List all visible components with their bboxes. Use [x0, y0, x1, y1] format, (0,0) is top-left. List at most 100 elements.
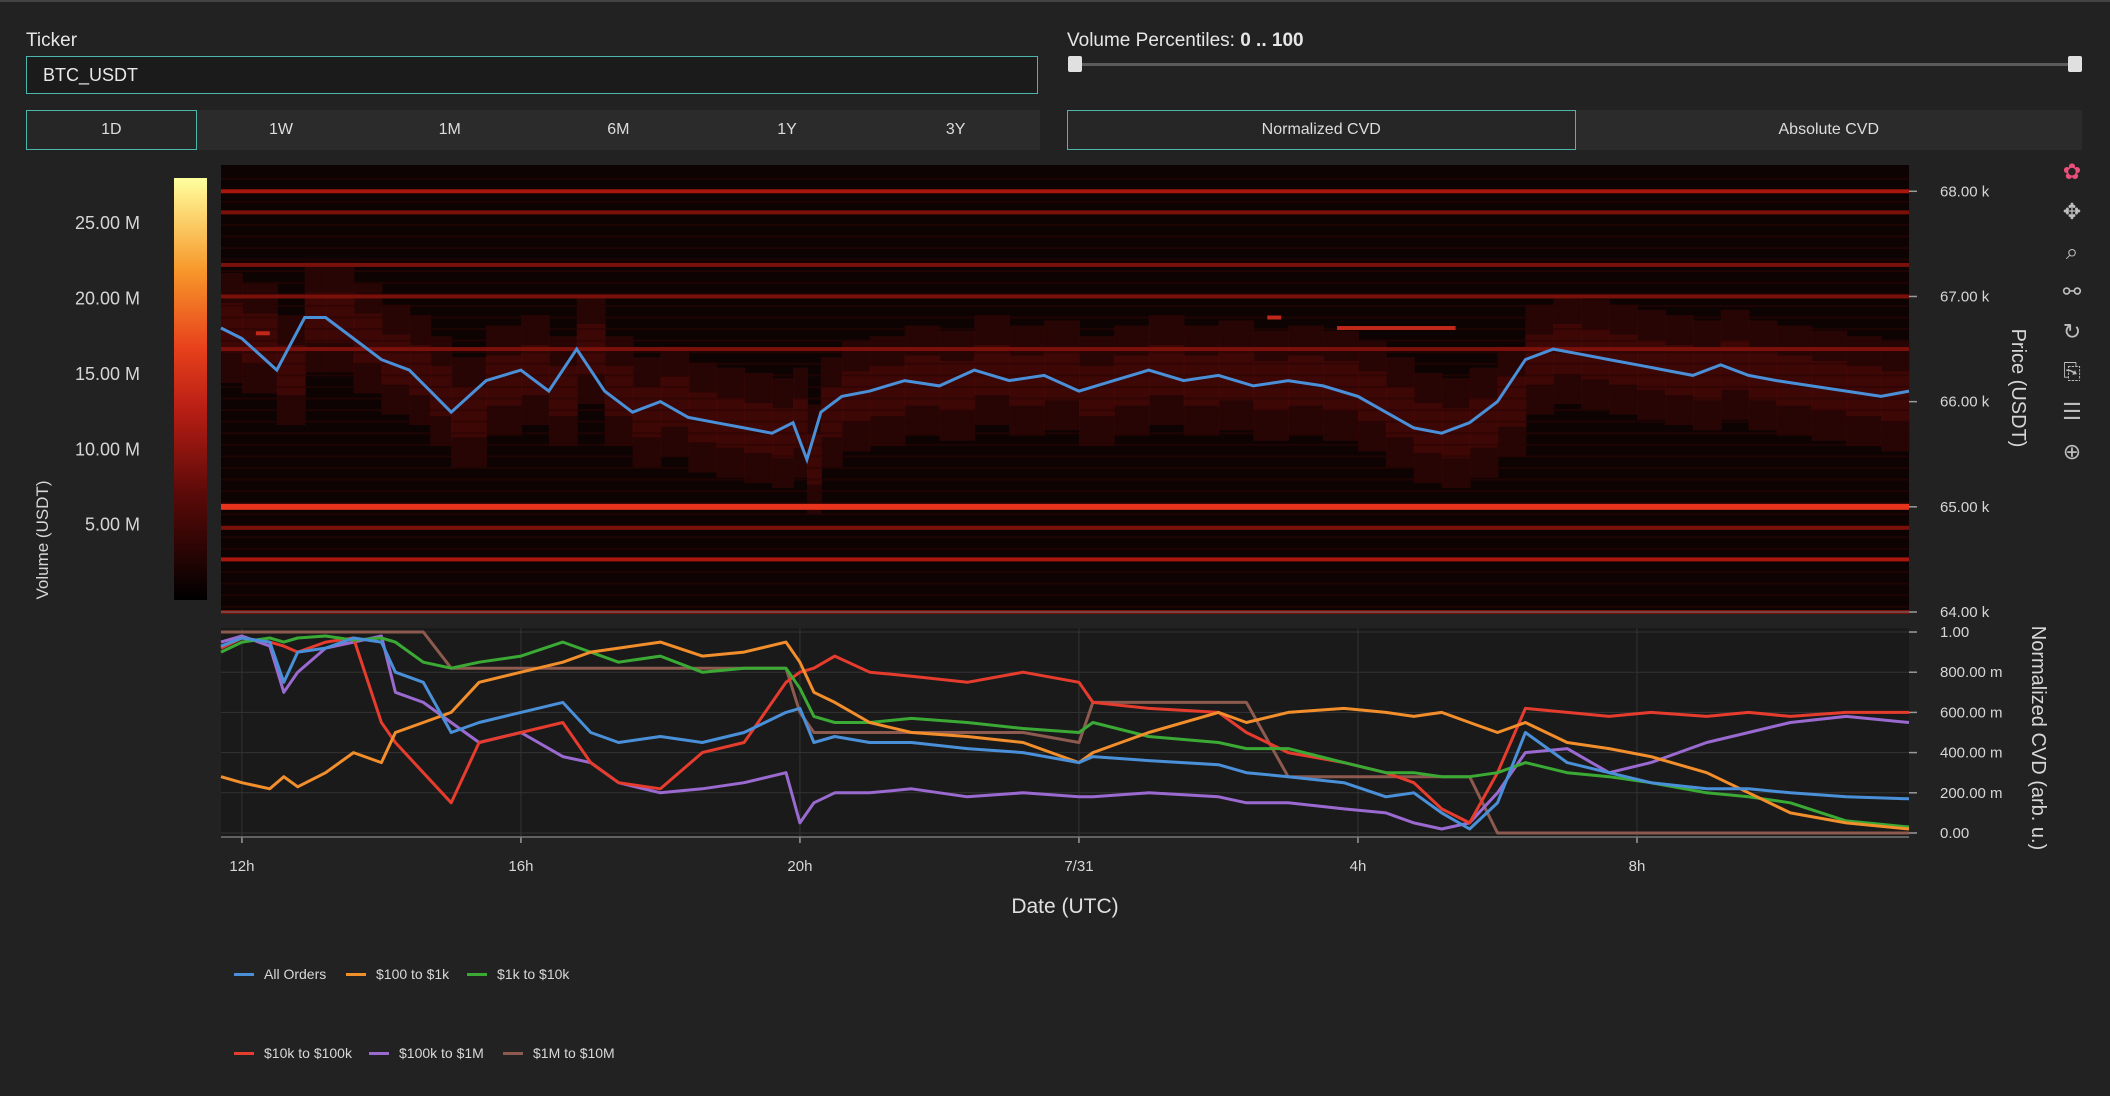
price-tick-label: 65.00 k — [1940, 499, 1990, 516]
download-icon[interactable]: ⎘ — [2056, 352, 2088, 392]
heat-band — [221, 362, 1909, 365]
time-tick-label: 4h — [1350, 858, 1367, 875]
cvd-heatmap-chart[interactable]: 25.00 M 20.00 M 15.00 M 10.00 M 5.00 M Volume… — [0, 0, 2110, 1096]
heat-cell — [820, 387, 843, 438]
heat-band — [221, 409, 1909, 412]
legend-swatch — [234, 1051, 254, 1055]
price-tick-label: 66.00 k — [1940, 394, 1990, 411]
volume-hotspot — [255, 331, 270, 336]
heat-band — [221, 223, 1909, 226]
heat-cell — [632, 387, 662, 438]
heat-band — [221, 466, 1909, 469]
cvd-tick-label: 200.00 m — [1940, 785, 2003, 802]
heat-band — [221, 501, 1909, 504]
heat-cell — [1357, 371, 1387, 422]
plotly-logo-icon[interactable]: ✿ — [2056, 152, 2088, 192]
hover-closest-icon[interactable]: ⊕ — [2056, 432, 2088, 472]
colorbar-tick-label: 10.00 M — [75, 439, 140, 459]
cvd-tick-label: 800.00 m — [1940, 664, 2003, 681]
volume-hotspot — [1267, 315, 1282, 320]
heat-band — [221, 258, 1909, 261]
heat-band — [221, 547, 1909, 550]
heat-cell — [660, 376, 690, 427]
heat-cell — [806, 434, 822, 485]
time-tick-label: 16h — [508, 858, 533, 875]
time-tick-label: 20h — [787, 858, 812, 875]
legend-item-usd100-1k[interactable]: $100 to $1k — [346, 966, 449, 982]
legend-swatch — [346, 972, 366, 976]
heat-band — [221, 200, 1909, 203]
cvd-tick-label: 400.00 m — [1940, 745, 2003, 762]
colorbar-title: Volume (USDT) — [33, 480, 52, 599]
heat-band — [221, 304, 1909, 307]
price-level-band — [221, 262, 1909, 267]
volume-hotspot — [1337, 326, 1456, 331]
price-tick-label: 67.00 k — [1940, 288, 1990, 305]
heat-band — [221, 490, 1909, 493]
heat-band — [221, 247, 1909, 250]
heat-band — [221, 235, 1909, 238]
x-axis-title: Date (UTC) — [1011, 895, 1118, 918]
heat-band — [221, 443, 1909, 446]
pan-icon[interactable]: ✥ — [2056, 192, 2088, 232]
heat-band — [221, 605, 1909, 608]
price-level-band — [221, 525, 1909, 530]
legend-swatch — [234, 972, 254, 976]
legend-label: $10k to $100k — [264, 1045, 352, 1061]
cvd-axis-title: Normalized CVD (arb. u.) — [2027, 626, 2049, 851]
legend-item-usd10k-100k[interactable]: $10k to $100k — [234, 1045, 352, 1061]
legend-label: $1M to $10M — [533, 1045, 615, 1061]
heat-cell — [939, 360, 976, 411]
plot-modebar: ✿ ✥ ⌕ ⚯ ↻ ⎘ ☰ ⊕ — [2056, 152, 2088, 472]
legend-item-usd1k-10k[interactable]: $1k to $10k — [467, 966, 569, 982]
heat-band — [221, 328, 1909, 331]
legend-label: $100k to $1M — [399, 1045, 484, 1061]
time-tick-label: 7/31 — [1064, 858, 1093, 875]
price-level-band — [221, 294, 1909, 299]
heat-band — [221, 420, 1909, 423]
heat-band — [221, 478, 1909, 481]
time-tick-label: 8h — [1629, 858, 1646, 875]
price-level-band — [221, 503, 1909, 510]
spikelines-icon[interactable]: ⚯ — [2056, 272, 2088, 312]
heat-band — [221, 177, 1909, 180]
heat-cell — [869, 366, 906, 417]
legend-item-usd1m-10m[interactable]: $1M to $10M — [503, 1045, 615, 1061]
cvd-tick-label: 0.00 — [1940, 825, 1969, 842]
heat-cell — [381, 334, 411, 385]
cvd-panel[interactable] — [220, 628, 1910, 837]
heatmap-panel[interactable] — [220, 165, 1910, 614]
heat-band — [221, 339, 1909, 342]
legend-swatch — [503, 1051, 523, 1055]
heat-band — [221, 571, 1909, 574]
zoom-icon[interactable]: ⌕ — [2056, 232, 2088, 272]
heat-band — [221, 455, 1909, 458]
heat-band — [221, 594, 1909, 597]
legend-label: All Orders — [264, 966, 327, 982]
legend-label: $1k to $10k — [497, 966, 570, 982]
legend-swatch — [369, 1051, 389, 1055]
heat-band — [221, 582, 1909, 585]
legend-label: $100 to $1k — [376, 966, 450, 982]
heat-band — [221, 351, 1909, 354]
price-level-band — [221, 557, 1909, 562]
heat-band — [221, 316, 1909, 319]
cvd-tick-label: 1.00 — [1940, 624, 1969, 641]
price-tick-label: 64.00 k — [1940, 604, 1990, 621]
cvd-tick-label: 600.00 m — [1940, 704, 2003, 721]
heat-band — [221, 536, 1909, 539]
hover-compare-icon[interactable]: ☰ — [2056, 392, 2088, 432]
price-axis-title: Price (USDT) — [2007, 329, 2029, 448]
heat-band — [221, 513, 1909, 516]
heat-cell — [1323, 360, 1359, 411]
legend-item-usd100k-1m[interactable]: $100k to $1M — [369, 1045, 484, 1061]
heat-band — [221, 397, 1909, 400]
reset-axes-icon[interactable]: ↻ — [2056, 312, 2088, 352]
price-level-band — [221, 347, 1909, 352]
time-tick-label: 12h — [229, 858, 254, 875]
heat-band — [221, 270, 1909, 273]
heat-cell — [548, 366, 578, 417]
legend-item-all-orders[interactable]: All Orders — [234, 966, 326, 982]
price-level-band — [221, 210, 1909, 215]
colorbar-tick-label: 25.00 M — [75, 213, 140, 233]
